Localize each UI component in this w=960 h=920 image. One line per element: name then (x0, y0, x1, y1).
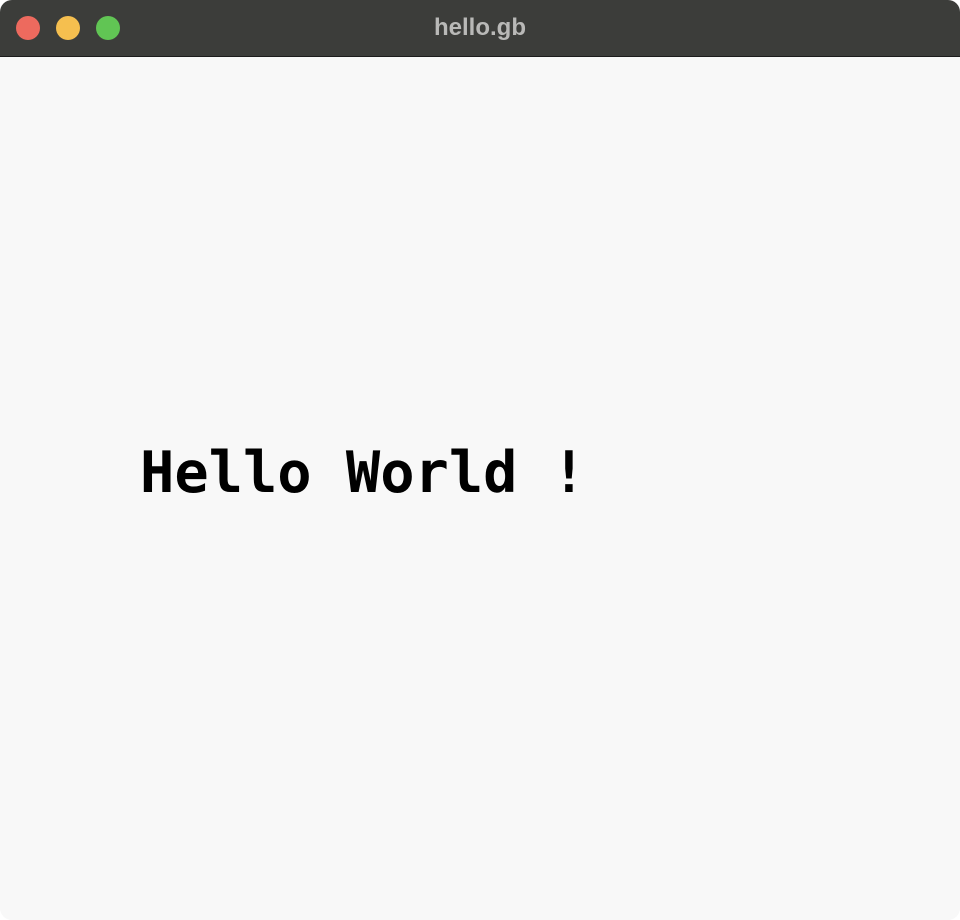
window-title: hello.gb (434, 14, 526, 41)
hello-world-text: Hello World ! (140, 440, 587, 506)
game-screen: Hello World ! (0, 57, 960, 920)
title-bar[interactable]: hello.gb (0, 0, 960, 57)
emulator-window: hello.gb Hello World ! (0, 0, 960, 920)
